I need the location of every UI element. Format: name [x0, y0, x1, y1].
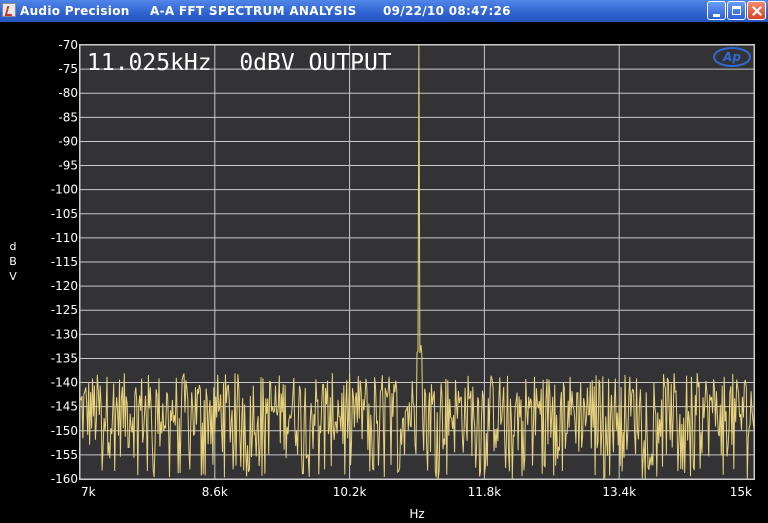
y-tick-label: -120 — [51, 279, 78, 293]
y-tick-label: -150 — [51, 424, 78, 438]
x-tick-label: 11.8k — [468, 485, 502, 499]
x-tick-label: 10.2k — [333, 485, 367, 499]
y-tick-label: -160 — [51, 472, 78, 486]
y-tick-label: -125 — [51, 303, 78, 317]
fft-spectrum-chart: -70 -75 -80 -85 -90 -95 -100 -105 -110 -115 -120 -1… — [51, 38, 755, 521]
y-tick-label: -115 — [51, 255, 78, 269]
y-tick-label: -70 — [58, 38, 78, 52]
y-tick-label: -95 — [58, 159, 78, 173]
x-tick-label: 7k — [81, 485, 96, 499]
y-tick-label: -130 — [51, 327, 78, 341]
y-tick-label: -85 — [58, 110, 78, 124]
y-tick-label: -110 — [51, 231, 78, 245]
y-tick-label: -75 — [58, 62, 78, 76]
y-tick-label: -135 — [51, 351, 78, 365]
x-tick-label: 15k — [730, 485, 752, 499]
x-tick-label: 13.4k — [602, 485, 636, 499]
plot-annotation: 11.025kHz 0dBV OUTPUT — [87, 50, 392, 76]
y-tick-label: -105 — [51, 207, 78, 221]
ap-logo: Ap — [713, 47, 751, 67]
y-tick-label: -145 — [51, 400, 78, 414]
y-tick-label: -80 — [58, 86, 78, 100]
y-tick-label: -100 — [51, 183, 78, 197]
y-tick-label: -155 — [51, 448, 78, 462]
x-tick-label: 8.6k — [202, 485, 228, 499]
y-tick-label: -90 — [58, 134, 78, 148]
x-axis-ticks: 7k 8.6k 10.2k 11.8k 13.4k 15k — [81, 485, 752, 499]
x-axis-label: Hz — [409, 507, 424, 521]
y-tick-label: -140 — [51, 376, 78, 390]
y-axis-ticks: -70 -75 -80 -85 -90 -95 -100 -105 -110 -115 -120 -1… — [51, 38, 78, 486]
